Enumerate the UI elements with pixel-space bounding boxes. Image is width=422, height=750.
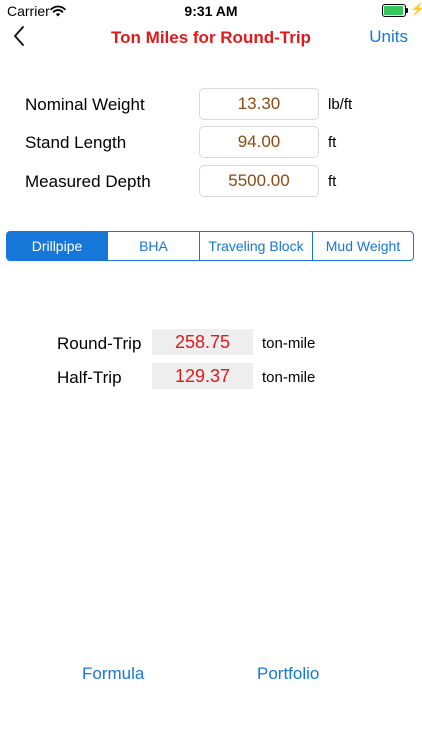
units-button[interactable]: Units — [369, 27, 408, 47]
round-trip-unit: ton-mile — [262, 335, 316, 352]
nominal-weight-label: Nominal Weight — [25, 95, 145, 114]
battery-icon: ⚡ — [382, 2, 422, 17]
segment-bha[interactable]: BHA — [108, 232, 200, 260]
formula-button[interactable]: Formula — [82, 664, 144, 684]
stand-length-unit: ft — [328, 134, 337, 151]
measured-depth-label: Measured Depth — [25, 172, 151, 191]
segment-traveling-block[interactable]: Traveling Block — [200, 232, 313, 260]
half-trip-row: Half-Trip 129.37 ton-mile — [57, 363, 387, 391]
segment-drillpipe[interactable]: Drillpipe — [7, 232, 108, 260]
page-title: Ton Miles for Round-Trip — [111, 28, 311, 47]
nominal-weight-field[interactable]: 13.30 — [199, 88, 319, 120]
segmented-control: Drillpipe BHA Traveling Block Mud Weight — [6, 231, 414, 261]
measured-depth-row: Measured Depth 5500.00 ft — [25, 165, 405, 197]
charging-bolt-icon: ⚡ — [410, 2, 422, 16]
back-chevron-icon[interactable] — [8, 24, 32, 48]
status-bar: Carrier 9:31 AM ⚡ — [0, 0, 422, 22]
round-trip-label: Round-Trip — [57, 334, 142, 353]
status-time: 9:31 AM — [184, 3, 238, 19]
half-trip-label: Half-Trip — [57, 368, 122, 387]
stand-length-field[interactable]: 94.00 — [199, 126, 319, 158]
portfolio-button[interactable]: Portfolio — [257, 664, 319, 684]
nominal-weight-row: Nominal Weight 13.30 lb/ft — [25, 88, 405, 120]
stand-length-label: Stand Length — [25, 133, 127, 152]
half-trip-value: 129.37 — [152, 363, 253, 389]
half-trip-unit: ton-mile — [262, 369, 316, 386]
round-trip-value: 258.75 — [152, 329, 253, 355]
nominal-weight-unit: lb/ft — [328, 96, 353, 113]
stand-length-row: Stand Length 94.00 ft — [25, 126, 405, 158]
measured-depth-unit: ft — [328, 173, 337, 190]
measured-depth-field[interactable]: 5500.00 — [199, 165, 319, 197]
navigation-bar: Ton Miles for Round-Trip Units — [0, 22, 422, 52]
segment-mud-weight[interactable]: Mud Weight — [313, 232, 413, 260]
round-trip-row: Round-Trip 258.75 ton-mile — [57, 329, 387, 357]
